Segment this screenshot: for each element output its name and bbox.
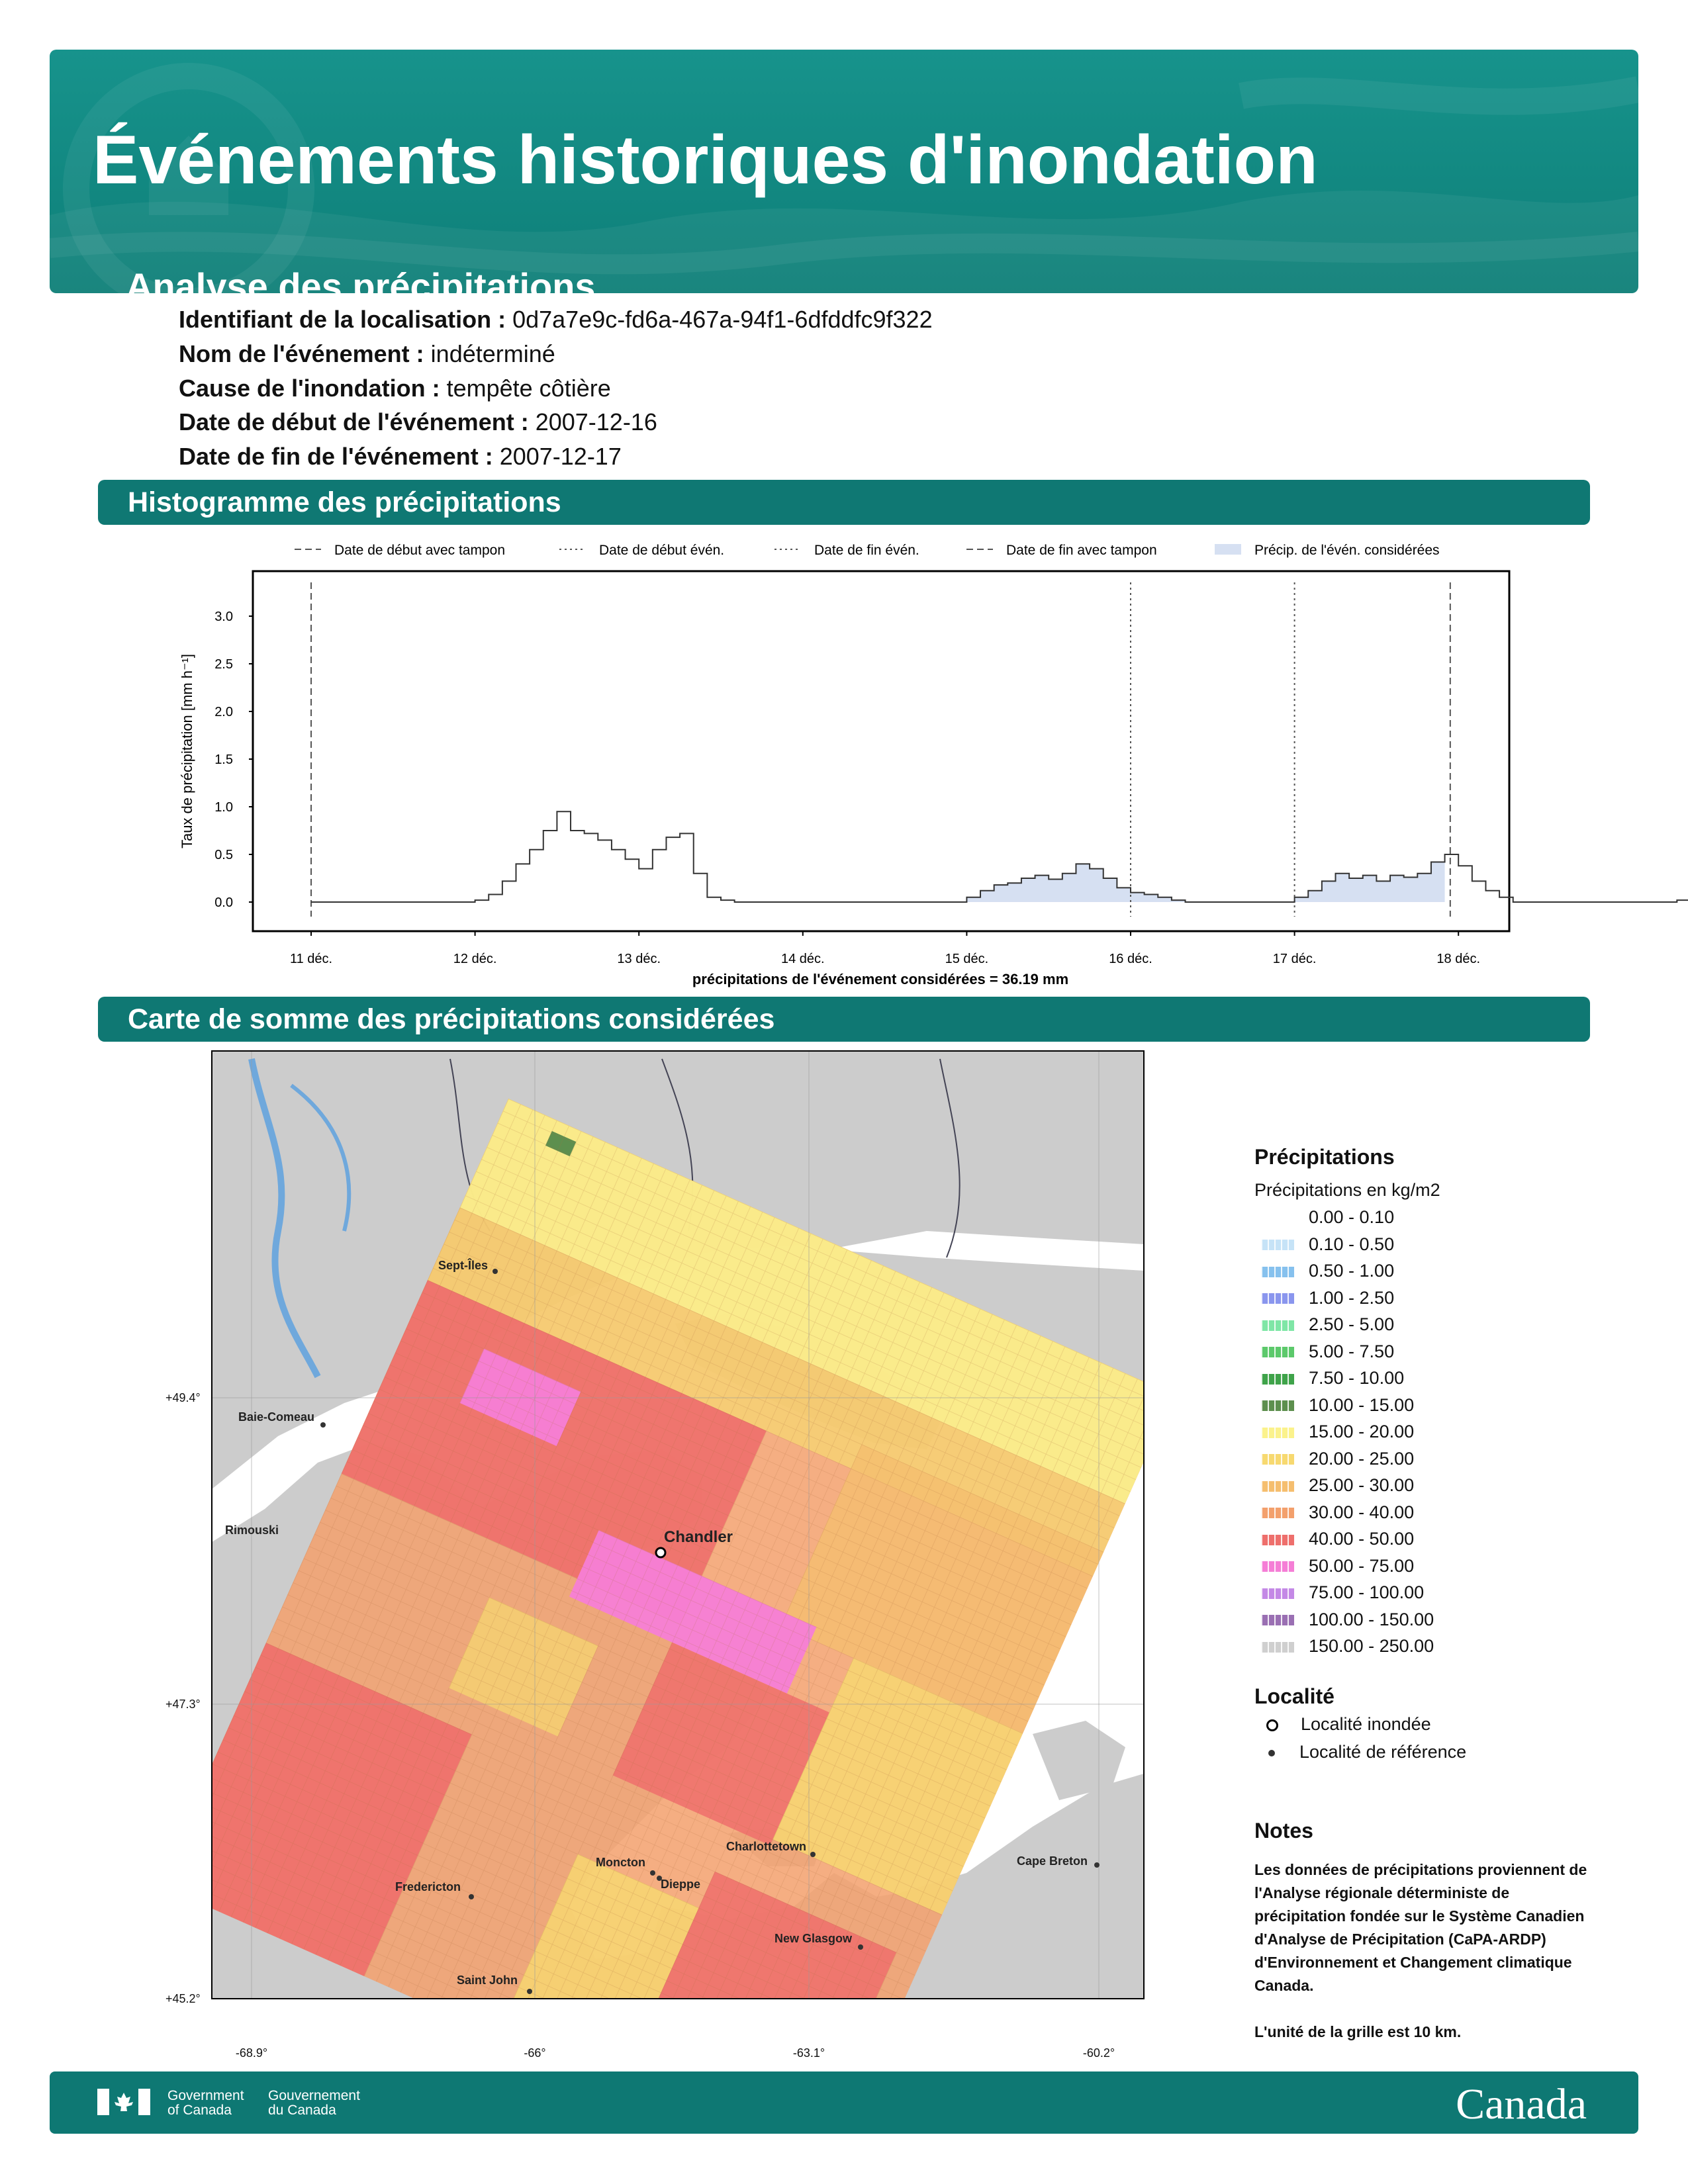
legend-class-row: 5.00 - 7.50 <box>1261 1339 1394 1364</box>
place-label-chandler: Chandler <box>664 1528 733 1546</box>
lon-label: -68.9° <box>236 2046 267 2060</box>
legend-class-label: 10.00 - 15.00 <box>1309 1394 1415 1415</box>
legend-swatch <box>1261 1454 1294 1465</box>
notes-title: Notes <box>1254 1819 1313 1843</box>
legend-subtitle: Précipitations en kg/m2 <box>1254 1180 1440 1200</box>
gov-en: Government of Canada <box>167 2089 244 2118</box>
legend-swatch <box>1261 1212 1294 1224</box>
legend-class-row: 15.00 - 20.00 <box>1261 1419 1414 1444</box>
place-label: Baie-Comeau <box>238 1410 314 1424</box>
legend-swatch <box>1261 1588 1294 1599</box>
locality-legend-title: Localité <box>1254 1684 1335 1708</box>
legend-class-label: 150.00 - 250.00 <box>1309 1636 1434 1656</box>
legend-reference-locality: Localité de référence <box>1261 1742 1466 1762</box>
lat-label: +45.2° <box>165 1992 201 2005</box>
legend-swatch <box>1261 1534 1294 1545</box>
notes-body: Les données de précipitations proviennen… <box>1254 1861 1587 1994</box>
legend-label: Localité inondée <box>1301 1714 1431 1734</box>
gov-en-line: Government <box>167 2088 244 2103</box>
legend-class-row: 30.00 - 40.00 <box>1261 1500 1414 1525</box>
legend-swatch <box>1261 1293 1294 1304</box>
lon-label: -66° <box>524 2046 545 2060</box>
legend-class-label: 2.50 - 5.00 <box>1309 1314 1395 1334</box>
gov-fr-line: du Canada <box>268 2103 336 2118</box>
place-label: Charlottetown <box>726 1840 806 1853</box>
legend-class-row: 75.00 - 100.00 <box>1261 1580 1424 1605</box>
place-label: Fredericton <box>395 1880 461 1893</box>
legend-class-row: 0.10 - 0.50 <box>1261 1232 1394 1257</box>
lon-label: -60.2° <box>1083 2046 1115 2060</box>
place-label: Sept-Îles <box>438 1258 488 1272</box>
place-label: New Glasgow <box>774 1932 853 1945</box>
legend-swatch <box>1261 1320 1294 1331</box>
gov-en-line: of Canada <box>167 2103 232 2118</box>
legend-label: Localité de référence <box>1299 1742 1467 1762</box>
legend-swatch <box>1261 1347 1294 1358</box>
legend-class-label: 15.00 - 20.00 <box>1309 1422 1415 1441</box>
legend-swatch <box>1261 1427 1294 1438</box>
legend-class-label: 20.00 - 25.00 <box>1309 1448 1415 1469</box>
gov-fr: Gouvernement du Canada <box>268 2089 360 2118</box>
legend-swatch <box>1261 1561 1294 1572</box>
legend-swatch <box>1261 1641 1294 1653</box>
legend-title: Précipitations <box>1254 1145 1395 1169</box>
footer: Government of Canada Gouvernement du Can… <box>50 2071 1638 2134</box>
lon-label: -63.1° <box>793 2046 825 2060</box>
legend-swatch <box>1261 1480 1294 1492</box>
legend-class-label: 0.50 - 1.00 <box>1309 1261 1395 1281</box>
reference-marker-icon <box>1268 1749 1275 1756</box>
legend-swatch <box>1261 1266 1294 1277</box>
place-label: Saint John <box>457 1974 518 1987</box>
legend-class-row: 2.50 - 5.00 <box>1261 1312 1394 1337</box>
place-label: Cape Breton <box>1017 1854 1088 1868</box>
grid-note: L'unité de la grille est 10 km. <box>1254 2023 1462 2040</box>
notes-text: Les données de précipitations proviennen… <box>1254 1858 1599 2044</box>
legend-class-label: 0.00 - 0.10 <box>1309 1207 1395 1227</box>
flooded-marker-icon <box>1266 1719 1278 1731</box>
lat-label: +49.4° <box>165 1391 201 1404</box>
legend-class-label: 50.00 - 75.00 <box>1309 1555 1415 1576</box>
legend-class-row: 50.00 - 75.00 <box>1261 1553 1414 1578</box>
flooded-locality-marker <box>655 1547 667 1559</box>
legend-swatch <box>1261 1240 1294 1251</box>
legend-class-label: 30.00 - 40.00 <box>1309 1502 1415 1522</box>
legend-class-label: 5.00 - 7.50 <box>1309 1341 1395 1361</box>
precipitation-map: Sept-Îles Baie-Comeau Rimouski Chandler … <box>165 1050 1145 2060</box>
legend-class-row: 10.00 - 15.00 <box>1261 1392 1414 1418</box>
legend-class-row: 40.00 - 50.00 <box>1261 1526 1414 1551</box>
legend-class-row: 150.00 - 250.00 <box>1261 1633 1434 1659</box>
legend-class-row: 7.50 - 10.00 <box>1261 1365 1404 1390</box>
legend-class-label: 40.00 - 50.00 <box>1309 1529 1415 1549</box>
legend-swatch <box>1261 1400 1294 1412</box>
legend-class-label: 0.10 - 0.50 <box>1309 1234 1395 1254</box>
place-label: Moncton <box>596 1856 645 1869</box>
legend-flooded-locality: Localité inondée <box>1261 1714 1431 1735</box>
legend-class-row: 20.00 - 25.00 <box>1261 1446 1414 1471</box>
legend-class-row: 0.50 - 1.00 <box>1261 1258 1394 1283</box>
legend-swatch <box>1261 1373 1294 1385</box>
legend-swatch <box>1261 1508 1294 1519</box>
legend-class-label: 25.00 - 30.00 <box>1309 1475 1415 1495</box>
legend-class-label: 100.00 - 150.00 <box>1309 1609 1434 1629</box>
gov-fr-line: Gouvernement <box>268 2088 360 2103</box>
canada-flag-icon <box>97 2089 150 2115</box>
place-label: Rimouski <box>225 1524 279 1537</box>
legend-class-label: 7.50 - 10.00 <box>1309 1368 1405 1388</box>
canada-wordmark: Canada <box>1456 2080 1587 2128</box>
legend-class-label: 75.00 - 100.00 <box>1309 1582 1425 1602</box>
legend-class-row: 100.00 - 150.00 <box>1261 1607 1434 1632</box>
place-label: Dieppe <box>661 1878 700 1891</box>
legend-class-row: 0.00 - 0.10 <box>1261 1205 1394 1230</box>
legend-class-row: 25.00 - 30.00 <box>1261 1473 1414 1498</box>
legend-swatch <box>1261 1615 1294 1626</box>
legend-class-label: 1.00 - 2.50 <box>1309 1287 1395 1308</box>
legend-class-row: 1.00 - 2.50 <box>1261 1285 1394 1310</box>
lat-label: +47.3° <box>165 1698 201 1711</box>
